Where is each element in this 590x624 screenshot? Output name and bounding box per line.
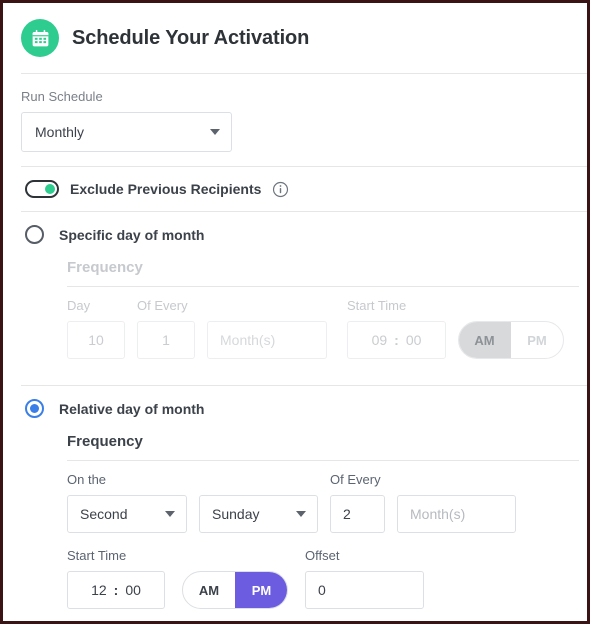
specific-day-start-time-col: Start Time 09 : 00 <box>347 299 446 359</box>
relative-day-minute: 00 <box>125 582 141 598</box>
relative-day-on-the-selects: Second Sunday <box>67 495 318 533</box>
schedule-panel: Schedule Your Activation Run Schedule Mo… <box>3 3 587 621</box>
specific-day-of-every-input: 1 <box>137 321 195 359</box>
specific-day-unit-placeholder: Month(s) <box>220 332 276 348</box>
relative-day-offset-col: Offset 0 <box>305 549 424 609</box>
exclude-previous-recipients-label: Exclude Previous Recipients <box>70 181 262 197</box>
radio-relative-day[interactable] <box>25 399 44 418</box>
time-separator: : <box>394 332 399 348</box>
relative-day-on-the-label: On the <box>67 472 107 487</box>
exclude-previous-recipients-toggle[interactable] <box>25 180 59 198</box>
panel-header: Schedule Your Activation <box>3 3 587 73</box>
specific-day-day-input: 10 <box>67 321 125 359</box>
relative-day-of-every-input[interactable]: 2 <box>330 495 385 533</box>
relative-day-offset-input[interactable]: 0 <box>305 571 424 609</box>
specific-day-of-every-value: 1 <box>162 332 170 348</box>
relative-day-radio-row[interactable]: Relative day of month <box>3 386 587 424</box>
relative-day-frequency-block: Frequency On the Second Sunday Of Every … <box>3 424 587 609</box>
relative-day-start-time-col: Start Time 12 : 00 AM PM <box>67 549 288 609</box>
relative-day-weekday-value: Sunday <box>212 506 260 522</box>
specific-day-meridiem-col: AM PM <box>458 321 564 359</box>
specific-day-day-label: Day <box>67 298 91 313</box>
specific-day-minute: 00 <box>405 332 422 348</box>
relative-day-ordinal-select[interactable]: Second <box>67 495 187 533</box>
relative-day-time-controls: 12 : 00 AM PM <box>67 571 288 609</box>
specific-day-day-col: Day 10 <box>67 299 125 359</box>
relative-day-unit-input[interactable]: Month(s) <box>397 495 516 533</box>
page-title: Schedule Your Activation <box>72 27 310 49</box>
toggle-knob <box>45 184 55 194</box>
calendar-icon <box>21 19 59 57</box>
chevron-down-icon <box>165 511 175 517</box>
specific-day-start-time-label: Start Time <box>347 298 407 313</box>
specific-day-meridiem-toggle: AM PM <box>458 321 564 359</box>
relative-day-hour: 12 <box>91 582 107 598</box>
chevron-down-icon <box>210 129 220 135</box>
specific-day-day-value: 10 <box>88 332 104 348</box>
chevron-down-icon <box>296 511 306 517</box>
specific-day-am-option: AM <box>459 322 511 358</box>
specific-day-label: Specific day of month <box>59 226 205 243</box>
run-schedule-select[interactable]: Monthly <box>21 112 232 152</box>
time-separator: : <box>113 582 119 598</box>
relative-day-am-option[interactable]: AM <box>183 572 235 608</box>
radio-specific-day[interactable] <box>25 225 44 244</box>
specific-day-unit-input: Month(s) <box>207 321 327 359</box>
specific-day-pm-option: PM <box>527 332 547 348</box>
relative-day-fields-row-1: On the Second Sunday Of Every 2 Month(s) <box>67 461 579 533</box>
relative-day-of-every-label: Of Every <box>330 472 381 487</box>
relative-day-weekday-select[interactable]: Sunday <box>199 495 318 533</box>
specific-day-time-value: 09 : 00 <box>372 332 422 348</box>
screenshot-frame: Schedule Your Activation Run Schedule Mo… <box>0 0 590 624</box>
relative-day-offset-label: Offset <box>305 548 340 563</box>
specific-day-radio-row[interactable]: Specific day of month <box>3 212 587 250</box>
relative-day-label: Relative day of month <box>59 400 205 417</box>
specific-day-of-every-label: Of Every <box>137 298 188 313</box>
relative-day-time-value: 12 : 00 <box>91 582 141 598</box>
relative-day-pm-option[interactable]: PM <box>235 572 287 608</box>
run-schedule-value: Monthly <box>35 124 85 140</box>
relative-day-frequency-title: Frequency <box>67 433 143 450</box>
specific-day-fields-row: Day 10 Of Every 1 Month(s) Start Time 09… <box>67 287 579 359</box>
info-icon[interactable] <box>272 181 289 198</box>
relative-day-unit-placeholder: Month(s) <box>410 506 466 522</box>
specific-day-frequency-title: Frequency <box>67 259 143 276</box>
relative-day-ordinal-value: Second <box>80 506 128 522</box>
exclude-previous-recipients-row: Exclude Previous Recipients <box>3 167 587 211</box>
relative-day-fields-row-2: Start Time 12 : 00 AM PM Offset 0 <box>67 533 579 609</box>
specific-day-hour: 09 <box>371 332 388 348</box>
relative-day-of-every-value: 2 <box>343 506 351 522</box>
relative-day-offset-value: 0 <box>318 582 326 598</box>
run-schedule-label: Run Schedule <box>21 89 103 104</box>
relative-day-on-the-col: On the Second Sunday <box>67 473 318 533</box>
run-schedule-section: Run Schedule Monthly <box>3 74 587 166</box>
specific-day-unit-col: Month(s) <box>207 321 327 359</box>
specific-day-frequency-block: Frequency Day 10 Of Every 1 Month(s) Sta… <box>3 250 587 359</box>
relative-day-meridiem-toggle[interactable]: AM PM <box>182 571 288 609</box>
specific-day-time-input: 09 : 00 <box>347 321 446 359</box>
relative-day-of-every-col: Of Every 2 Month(s) <box>330 473 516 533</box>
relative-day-of-every-inputs: 2 Month(s) <box>330 495 516 533</box>
relative-day-time-input[interactable]: 12 : 00 <box>67 571 165 609</box>
relative-day-start-time-label: Start Time <box>67 548 127 563</box>
specific-day-of-every-col: Of Every 1 <box>137 299 195 359</box>
